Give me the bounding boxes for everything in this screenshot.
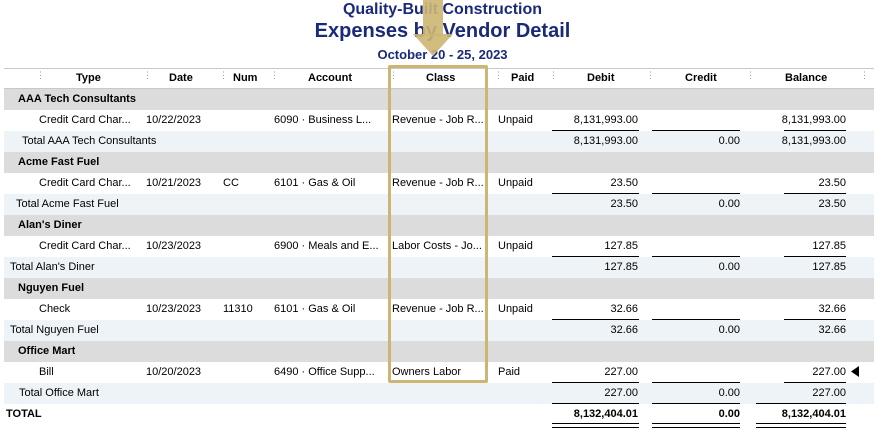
cell-account: 6101 · Gas & Oil <box>274 177 356 189</box>
vendor-name: Acme Fast Fuel <box>18 156 100 168</box>
column-resize-handle[interactable]: ⋮ <box>746 71 755 85</box>
cell-num: CC <box>223 177 239 189</box>
total-label: Total Acme Fast Fuel <box>16 198 119 210</box>
column-resize-handle[interactable]: ⋮ <box>860 71 869 85</box>
total-balance: 227.00 <box>812 387 846 399</box>
column-resize-handle[interactable]: ⋮ <box>494 71 503 85</box>
cell-debit: 23.50 <box>610 177 638 189</box>
cell-type: Credit Card Char... <box>39 240 131 252</box>
column-resize-handle[interactable]: ⋮ <box>143 71 152 85</box>
total-credit: 0.00 <box>718 387 740 399</box>
cell-paid: Unpaid <box>498 240 533 252</box>
column-header-account[interactable]: Account <box>308 72 352 84</box>
cell-date: 10/23/2023 <box>146 303 202 315</box>
cell-num: 11310 <box>223 303 253 315</box>
total-label: Total Nguyen Fuel <box>10 324 99 336</box>
column-resize-handle[interactable]: ⋮ <box>270 71 279 85</box>
total-credit: 0.00 <box>718 198 740 210</box>
total-balance: 8,131,993.00 <box>781 135 846 147</box>
column-resize-handle[interactable]: ⋮ <box>549 71 558 85</box>
total-balance: 32.66 <box>818 324 846 336</box>
total-label: Total Alan's Diner <box>10 261 95 273</box>
column-header-paid[interactable]: Paid <box>511 72 534 84</box>
column-header-type[interactable]: Type <box>76 72 101 84</box>
column-header-num[interactable]: Num <box>233 72 257 84</box>
total-balance: 127.85 <box>812 261 846 273</box>
total-debit: 32.66 <box>610 324 638 336</box>
total-credit: 0.00 <box>718 324 740 336</box>
down-arrow-icon <box>413 0 453 56</box>
total-debit: 227.00 <box>604 387 638 399</box>
cell-type: Credit Card Char... <box>39 177 131 189</box>
class-column-highlight <box>388 65 488 383</box>
grand-total-double-underline <box>756 423 846 428</box>
cell-debit: 227.00 <box>604 366 638 378</box>
grand-total-label: TOTAL <box>6 408 42 420</box>
cell-type: Credit Card Char... <box>39 114 131 126</box>
total-debit: 127.85 <box>604 261 638 273</box>
grand-total-row[interactable]: TOTAL 8,132,404.01 0.00 8,132,404.01 <box>4 404 874 428</box>
cell-date: 10/23/2023 <box>146 240 202 252</box>
grand-total-debit: 8,132,404.01 <box>573 408 638 420</box>
cell-type: Check <box>39 303 71 315</box>
triangle-left-icon <box>851 366 859 377</box>
cell-debit: 8,131,993.00 <box>573 114 638 126</box>
cell-debit: 32.66 <box>610 303 638 315</box>
cell-date: 10/21/2023 <box>146 177 202 189</box>
grand-total-double-underline <box>652 423 740 428</box>
grand-total-credit: 0.00 <box>718 408 740 420</box>
column-resize-handle[interactable]: ⋮ <box>646 71 655 85</box>
total-label: Total Office Mart <box>19 387 99 399</box>
cell-balance: 127.85 <box>812 240 846 252</box>
cell-paid: Paid <box>498 366 521 378</box>
vendor-name: AAA Tech Consultants <box>18 93 136 105</box>
total-credit: 0.00 <box>718 135 740 147</box>
column-header-debit[interactable]: Debit <box>587 72 615 84</box>
column-header-date[interactable]: Date <box>169 72 193 84</box>
cell-debit: 127.85 <box>604 240 638 252</box>
vendor-name: Nguyen Fuel <box>18 282 85 294</box>
cell-balance: 32.66 <box>818 303 846 315</box>
vendor-name: Office Mart <box>18 345 76 357</box>
cell-paid: Unpaid <box>498 177 533 189</box>
total-balance: 23.50 <box>818 198 846 210</box>
total-label: Total AAA Tech Consultants <box>22 135 157 147</box>
total-debit: 8,131,993.00 <box>573 135 638 147</box>
column-header-credit[interactable]: Credit <box>685 72 717 84</box>
cell-paid: Unpaid <box>498 114 533 126</box>
total-debit: 23.50 <box>610 198 638 210</box>
cell-date: 10/20/2023 <box>146 366 202 378</box>
cell-balance: 227.00 <box>812 366 846 378</box>
column-resize-handle[interactable]: ⋮ <box>219 71 228 85</box>
column-resize-handle[interactable]: ⋮ <box>36 71 45 85</box>
cell-account: 6490 · Office Supp... <box>274 366 375 378</box>
grand-total-balance: 8,132,404.01 <box>781 408 846 420</box>
vendor-name: Alan's Diner <box>18 219 82 231</box>
cell-type: Bill <box>39 366 54 378</box>
cell-account: 6900 · Meals and E... <box>274 240 379 252</box>
cell-account: 6090 · Business L... <box>274 114 372 126</box>
cell-paid: Unpaid <box>498 303 533 315</box>
total-credit: 0.00 <box>718 261 740 273</box>
cell-account: 6101 · Gas & Oil <box>274 303 356 315</box>
vendor-total-row[interactable]: Total Office Mart 227.00 0.00 227.00 <box>4 383 874 404</box>
column-header-balance[interactable]: Balance <box>785 72 827 84</box>
cell-balance: 8,131,993.00 <box>781 114 846 126</box>
grand-total-double-underline <box>552 423 639 428</box>
cell-balance: 23.50 <box>818 177 846 189</box>
cell-date: 10/22/2023 <box>146 114 202 126</box>
